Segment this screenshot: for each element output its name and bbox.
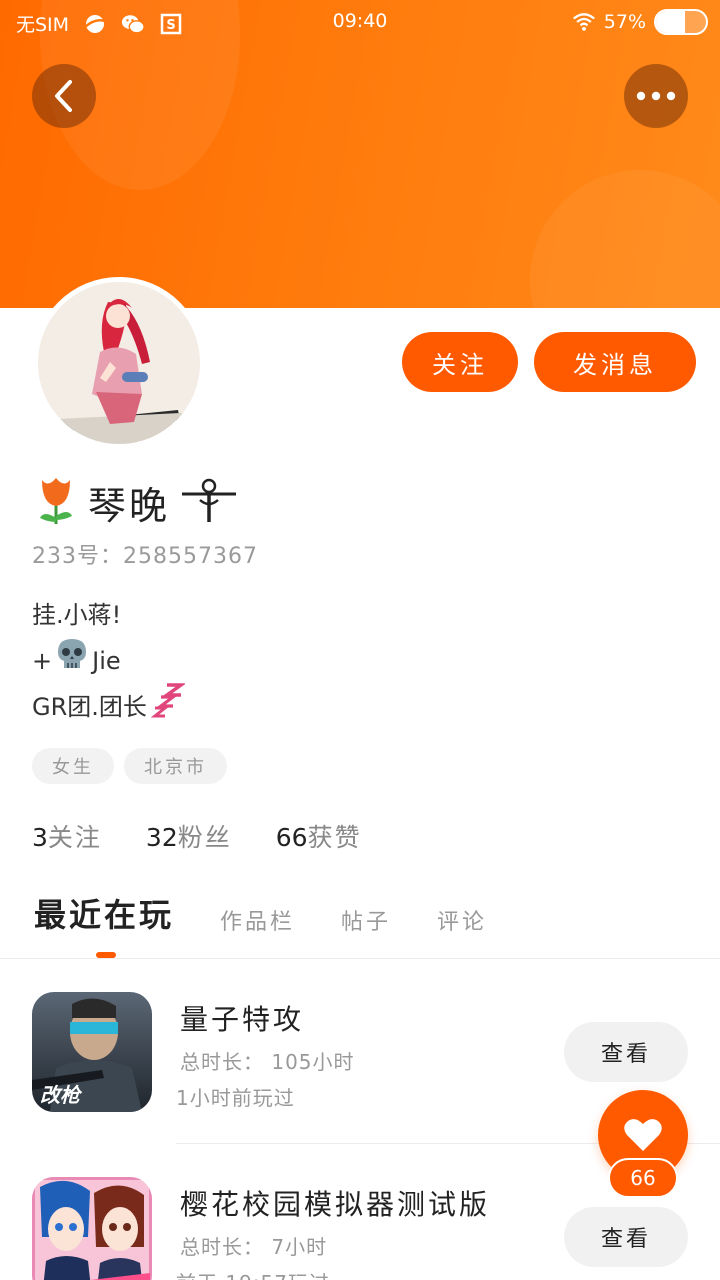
likes-count: 66	[275, 823, 308, 852]
bio-text: +	[32, 647, 53, 675]
banner-decoration	[530, 170, 720, 308]
stats-row: 3关注 32粉丝 66获赞	[32, 818, 362, 854]
view-button[interactable]: 查看	[564, 1022, 688, 1082]
game-icon	[32, 1177, 152, 1280]
following-stat[interactable]: 3关注	[32, 818, 102, 854]
zzz-emoji-icon	[150, 681, 187, 734]
tab-comments[interactable]: 评论	[437, 904, 487, 938]
follow-button[interactable]: 关注	[402, 332, 518, 392]
game-icon: 改枪	[32, 992, 152, 1112]
profile-tabs: 最近在玩 作品栏 帖子 评论	[34, 890, 487, 938]
battery-icon	[654, 9, 708, 35]
bio-text: GR团.团长	[32, 693, 147, 721]
status-bar: 无SIM S 09:40 57%	[0, 0, 720, 46]
bio-text: 挂.小蒋!	[32, 601, 122, 629]
skull-emoji-icon	[56, 637, 88, 686]
tab-recently-played[interactable]: 最近在玩	[34, 890, 174, 938]
tag-list: 女生 北京市	[32, 748, 227, 784]
game-title: 樱花校园模拟器测试版	[180, 1188, 491, 1221]
bio: 挂.小蒋! + Jie GR团.团长	[32, 592, 187, 730]
fans-label: 粉丝	[177, 823, 232, 852]
view-button[interactable]: 查看	[564, 1207, 688, 1267]
username-row: 琴晚	[34, 474, 238, 530]
likes-stat: 66获赞	[276, 818, 362, 854]
user-id-value: 258557367	[123, 544, 258, 569]
bio-line: 挂.小蒋!	[32, 592, 185, 638]
back-button[interactable]	[32, 64, 96, 128]
user-id-label: 233号：	[32, 544, 123, 569]
fans-stat[interactable]: 32粉丝	[146, 818, 232, 854]
tulip-emoji-icon	[34, 474, 78, 530]
battery-percent: 57%	[603, 11, 646, 33]
username: 琴晚	[88, 483, 171, 528]
game-icon-badge: 改枪	[40, 1083, 83, 1107]
play-duration: 总时长： 105小时	[180, 1050, 355, 1074]
last-played: 1小时前玩过	[176, 1086, 295, 1110]
game-title: 量子特攻	[180, 1003, 305, 1036]
play-duration: 总时长： 7小时	[180, 1235, 328, 1259]
location-tag: 北京市	[124, 748, 227, 784]
decoration-glyph-icon	[180, 476, 238, 528]
profile-banner	[0, 0, 720, 308]
chevron-left-icon	[55, 80, 72, 112]
bio-text: Jie	[92, 647, 121, 675]
avatar[interactable]	[33, 277, 205, 449]
divider	[0, 958, 720, 959]
wifi-icon	[572, 10, 596, 34]
avatar-image	[38, 282, 200, 444]
more-dots-icon	[636, 91, 676, 101]
game-list-item[interactable]: 樱花校园模拟器测试版 总时长： 7小时 前天 19:57玩过 查看	[0, 1177, 720, 1280]
bio-line: + Jie	[32, 638, 185, 684]
likes-label: 获赞	[307, 823, 362, 852]
battery-level	[656, 11, 685, 33]
send-message-button[interactable]: 发消息	[534, 332, 696, 392]
bio-line: GR团.团长	[32, 682, 187, 730]
like-count-badge: 66	[608, 1158, 678, 1198]
tab-works[interactable]: 作品栏	[220, 904, 295, 938]
heart-icon	[624, 1119, 662, 1151]
user-id: 233号：258557367	[32, 538, 258, 570]
more-button[interactable]	[624, 64, 688, 128]
gender-tag: 女生	[32, 748, 114, 784]
following-count: 3	[32, 823, 48, 852]
last-played: 前天 19:57玩过	[176, 1267, 330, 1280]
fans-count: 32	[145, 823, 178, 852]
following-label: 关注	[47, 823, 102, 852]
tab-posts[interactable]: 帖子	[341, 904, 391, 938]
